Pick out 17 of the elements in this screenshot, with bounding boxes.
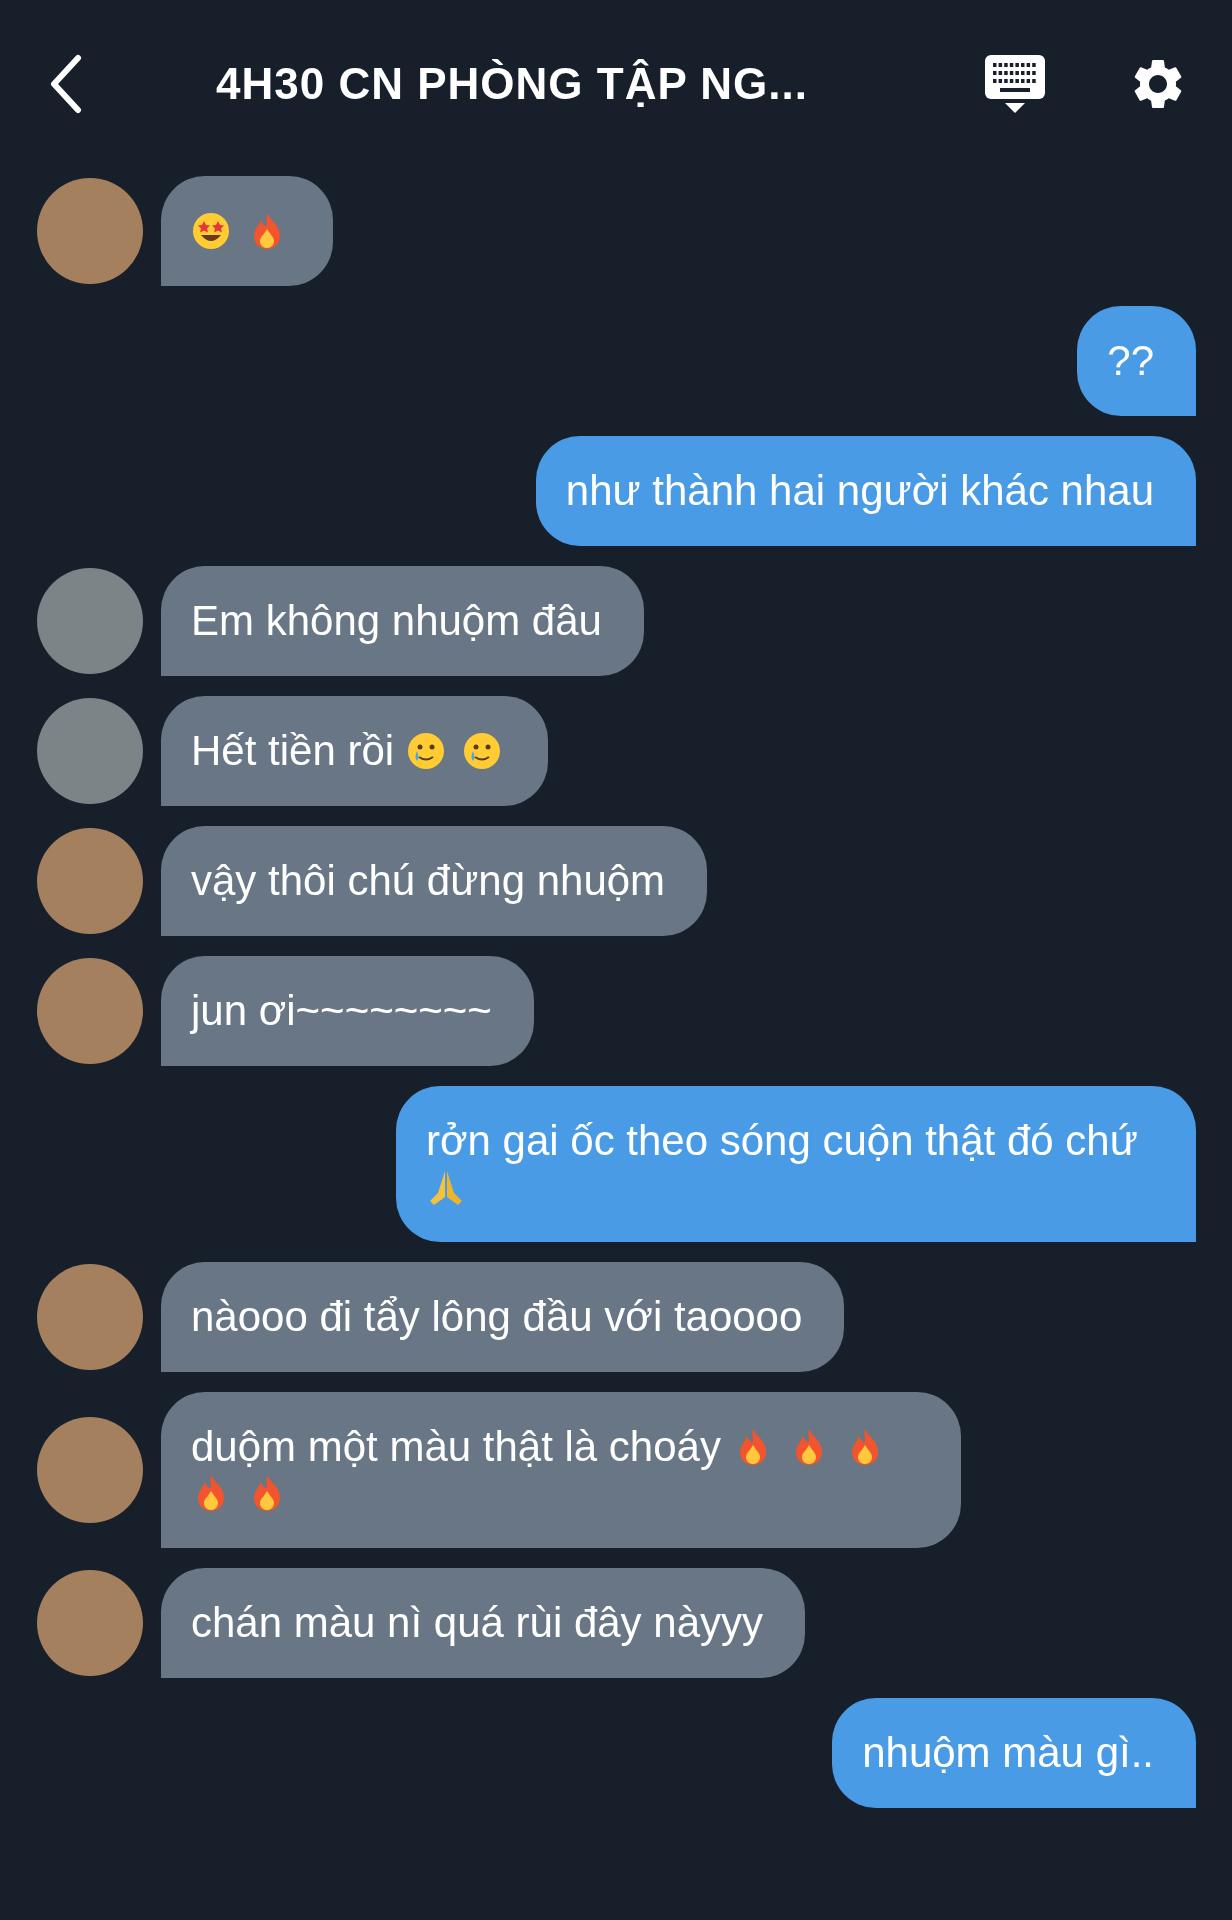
tear-smile-face-icon bbox=[462, 731, 503, 771]
chat-title: 4H30 CN PHÒNG TẬP NG... bbox=[216, 59, 809, 109]
message-text: chán màu nì quá rùi đây nàyyy bbox=[191, 1599, 763, 1646]
keyboard-icon bbox=[984, 53, 1046, 115]
message-text: jun ơi~~~~~~~~ bbox=[191, 987, 492, 1034]
message-text: nhuộm màu gì.. bbox=[862, 1729, 1154, 1776]
message-text: Hết tiền rồi bbox=[191, 727, 395, 774]
star-eyes-face-icon bbox=[191, 211, 231, 251]
message-text: như thành hai người khác nhau bbox=[565, 467, 1154, 514]
chevron-left-icon bbox=[48, 54, 84, 114]
message-text: duộm một màu thật là choáy bbox=[191, 1423, 721, 1470]
message-text: ?? bbox=[1107, 337, 1154, 384]
message-text: rởn gai ốc theo sóng cuộn thật đó chứ bbox=[426, 1117, 1138, 1164]
message-text: vậy thôi chú đừng nhuộm bbox=[191, 857, 666, 904]
tear-smile-face-icon bbox=[406, 731, 447, 771]
message-text: Em không nhuộm đâu bbox=[191, 597, 602, 644]
message-text: nàooo đi tẩy lông đầu với taoooo bbox=[191, 1293, 803, 1340]
